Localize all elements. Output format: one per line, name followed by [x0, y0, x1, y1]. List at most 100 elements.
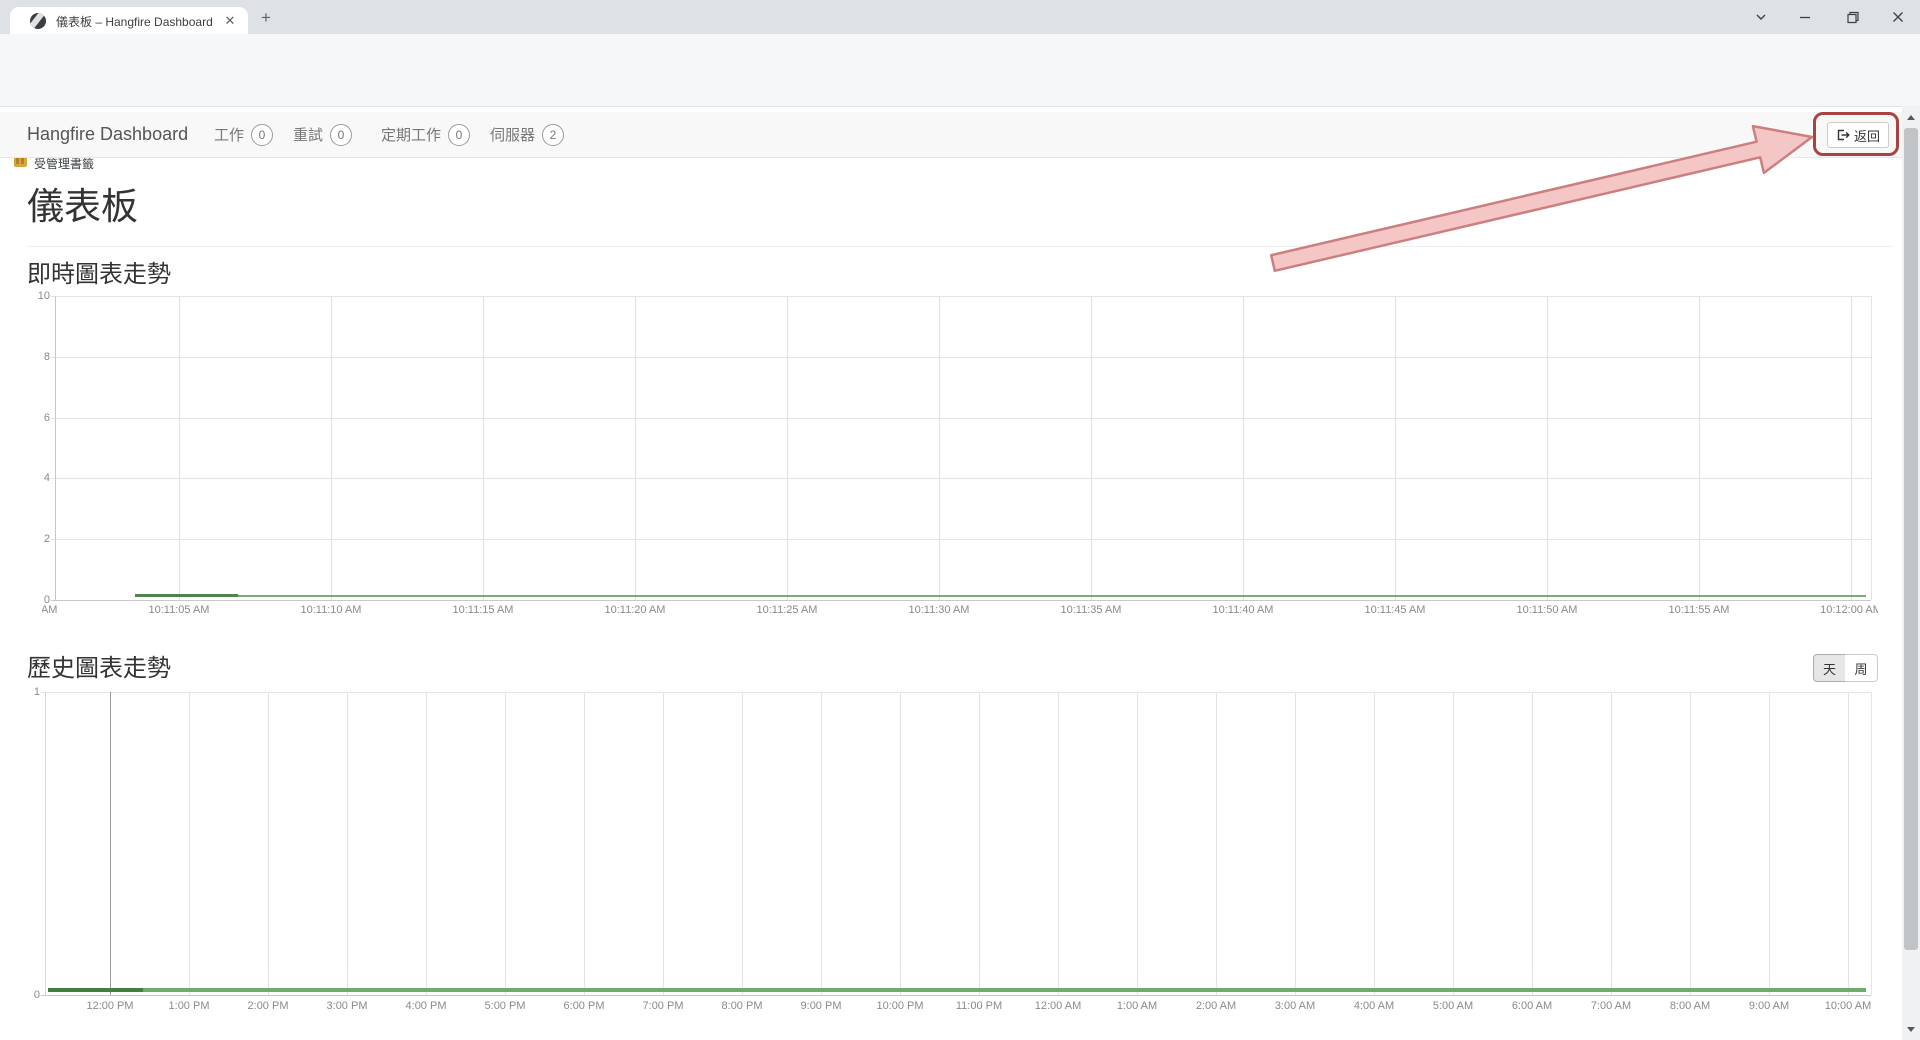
gridline-vertical [1611, 692, 1612, 995]
gridline-vertical [179, 296, 180, 600]
plot-left-edge [45, 692, 46, 995]
plot-left-edge [55, 296, 56, 600]
y-tick-label: 10 [10, 290, 50, 302]
x-axis: 12:00 PM1:00 PM2:00 PM3:00 PM4:00 PM5:00… [0, 1000, 1900, 1015]
scrollbar-down-icon[interactable] [1907, 1027, 1915, 1032]
x-tick-label: 8:00 PM [682, 1000, 802, 1012]
browser-tab[interactable]: 儀表板 – Hangfire Dashboard ✕ [10, 7, 248, 34]
series-line [48, 988, 1866, 992]
history-toggle-week[interactable]: 周 [1845, 654, 1878, 682]
x-tick-label: 3:00 PM [287, 1000, 407, 1012]
x-tick-label: 10:11:10 AM [271, 604, 391, 616]
logout-icon [1836, 128, 1850, 142]
x-tick-label: 7:00 PM [603, 1000, 723, 1012]
gridline-vertical [347, 692, 348, 995]
recurring-count-badge: 0 [448, 124, 470, 146]
plot-right-edge [1871, 692, 1872, 995]
hangfire-navbar [0, 112, 1902, 158]
gridline-horizontal [51, 478, 1871, 479]
x-tick-label: 8:00 AM [1630, 1000, 1750, 1012]
gridline-vertical [505, 692, 506, 995]
jobs-count-badge: 0 [251, 124, 273, 146]
gridline-vertical [1216, 692, 1217, 995]
y-tick-label: 0 [10, 594, 50, 606]
x-tick-label: 5:00 AM [1393, 1000, 1513, 1012]
x-tick-label: 10:00 PM [840, 1000, 960, 1012]
gridline-vertical [1769, 692, 1770, 995]
nav-item-recurring-jobs[interactable]: 定期工作 0 [381, 112, 470, 157]
nav-item-label: 定期工作 [381, 124, 441, 145]
x-tick-label: 4:00 PM [366, 1000, 486, 1012]
tab-close-icon[interactable]: ✕ [222, 13, 238, 29]
x-tick-label: 5:00 PM [445, 1000, 565, 1012]
gridline-vertical [1532, 692, 1533, 995]
gridline-vertical [1547, 296, 1548, 600]
x-tick-label: 10:11:05 AM [119, 604, 239, 616]
x-tick-label: 9:00 PM [761, 1000, 881, 1012]
gridline-vertical [787, 296, 788, 600]
y-tick-label: 4 [10, 472, 50, 484]
nav-item-retries[interactable]: 重試 0 [293, 112, 352, 157]
gridline-horizontal [51, 539, 1871, 540]
new-tab-button[interactable]: + [258, 10, 274, 26]
return-button-label: 返回 [1854, 126, 1880, 145]
x-tick-label: 10:11:55 AM [1639, 604, 1759, 616]
window-restore-button[interactable] [1840, 6, 1862, 28]
hangfire-brand[interactable]: Hangfire Dashboard [27, 112, 188, 157]
x-tick-label: 6:00 AM [1472, 1000, 1592, 1012]
gridline-vertical [742, 692, 743, 995]
x-tick-label: 10:11:35 AM [1031, 604, 1151, 616]
x-tick-label: 10:11:40 AM [1183, 604, 1303, 616]
gridline-vertical [821, 692, 822, 995]
x-tick-label: 6:00 PM [524, 1000, 644, 1012]
gridline-vertical [900, 692, 901, 995]
gridline-horizontal [51, 296, 1871, 297]
nav-item-servers[interactable]: 伺服器 2 [490, 112, 564, 157]
x-tick-label: 12:00 PM [50, 1000, 170, 1012]
x-tick-label: 1:00 AM [1077, 1000, 1197, 1012]
x-tick-label: 10:11:50 AM [1487, 604, 1607, 616]
x-tick-label: 10:11:00 AM [42, 604, 87, 616]
gridline-vertical [939, 296, 940, 600]
gridline-horizontal [41, 995, 1871, 996]
tab-title: 儀表板 – Hangfire Dashboard [56, 13, 216, 29]
nav-item-label: 工作 [214, 124, 244, 145]
site-favicon-icon [30, 13, 46, 29]
gridline-vertical [1851, 296, 1852, 600]
y-tick-label: 2 [10, 533, 50, 545]
nav-item-label: 伺服器 [490, 124, 535, 145]
gridline-vertical [1058, 692, 1059, 995]
gridline-vertical [584, 692, 585, 995]
x-tick-label: 4:00 AM [1314, 1000, 1434, 1012]
gridline-vertical [635, 296, 636, 600]
window-minimize-button[interactable] [1794, 6, 1816, 28]
x-tick-label: 3:00 AM [1235, 1000, 1355, 1012]
history-heading: 歷史圖表走勢 [27, 648, 171, 683]
gridline-vertical [1243, 296, 1244, 600]
history-toggle-day[interactable]: 天 [1813, 654, 1846, 682]
page-title: 儀表板 [27, 176, 138, 230]
gridline-vertical [331, 296, 332, 600]
gridline-vertical [1699, 296, 1700, 600]
return-button[interactable]: 返回 [1827, 122, 1889, 148]
gridline-vertical [426, 692, 427, 995]
x-tick-label: 10:11:20 AM [575, 604, 695, 616]
x-tick-label: 2:00 AM [1156, 1000, 1276, 1012]
gridline-vertical [1395, 296, 1396, 600]
y-tick-label: 0 [0, 989, 40, 1001]
x-tick-label: 9:00 AM [1709, 1000, 1829, 1012]
tab-search-chevron-icon[interactable] [1750, 6, 1772, 28]
page-scrollbar[interactable] [1902, 106, 1920, 1040]
x-tick-label: 10:11:45 AM [1335, 604, 1455, 616]
scrollbar-thumb[interactable] [1904, 128, 1918, 950]
nav-item-jobs[interactable]: 工作 0 [214, 112, 273, 157]
x-tick-label: 1:00 PM [129, 1000, 249, 1012]
x-tick-label: 12:00 AM [998, 1000, 1118, 1012]
x-tick-label: 7:00 AM [1551, 1000, 1671, 1012]
scrollbar-up-icon[interactable] [1907, 115, 1915, 120]
gridline-vertical [1848, 692, 1849, 995]
gridline-horizontal [51, 357, 1871, 358]
x-tick-label: 10:11:15 AM [423, 604, 543, 616]
window-close-button[interactable] [1887, 6, 1909, 28]
gridline-vertical [189, 692, 190, 995]
